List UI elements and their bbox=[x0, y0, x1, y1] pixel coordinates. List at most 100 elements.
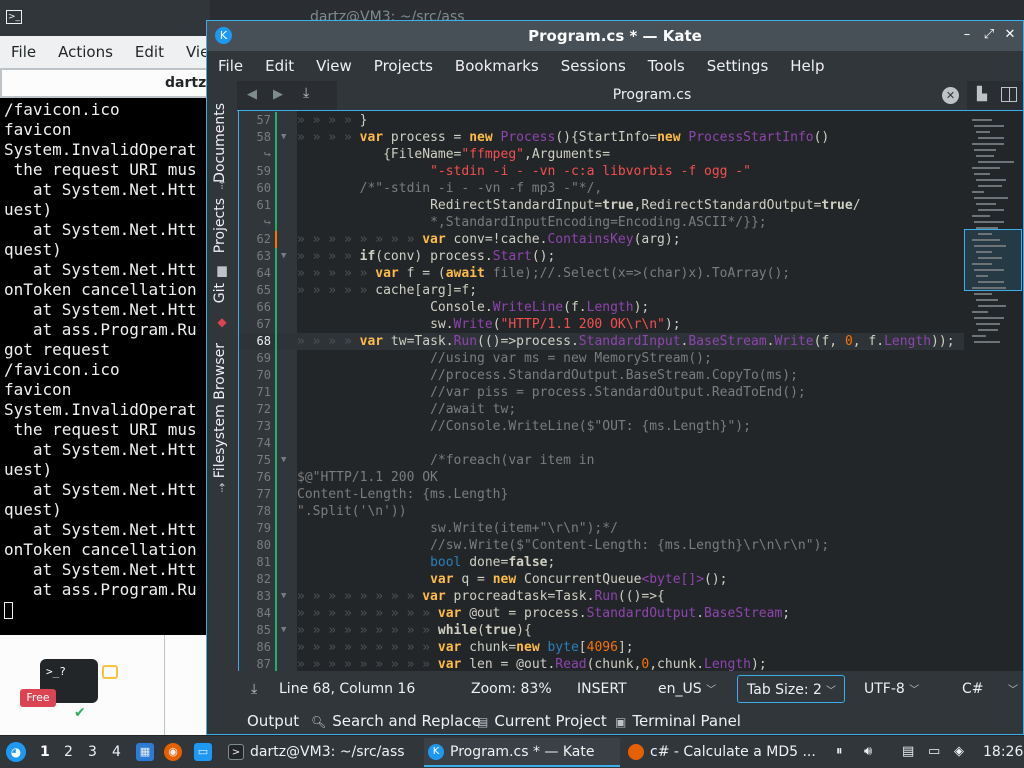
code-line[interactable]: 66 Console.WriteLine(f.Length); bbox=[239, 299, 964, 316]
code-line[interactable]: ↪ *,StandardInputEncoding=Encoding.ASCII… bbox=[239, 214, 964, 231]
menu-file[interactable]: File bbox=[207, 57, 254, 75]
menu-projects[interactable]: Projects bbox=[363, 57, 444, 75]
split-view-icon[interactable] bbox=[1001, 87, 1017, 102]
fold-toggle-icon[interactable]: ▼ bbox=[281, 622, 286, 639]
language-select[interactable]: C# ﹀ bbox=[962, 681, 1018, 697]
code-line[interactable]: 82 var q = new ConcurrentQueue<byte[]>()… bbox=[239, 571, 964, 588]
code-line[interactable]: 85 ▼ » » » » » » » » » while(true){ bbox=[239, 622, 964, 639]
code-line[interactable]: 77 Content-Length: {ms.Length} bbox=[239, 486, 964, 503]
desktop-3[interactable]: 3 bbox=[88, 744, 97, 760]
tool-current-project[interactable]: ▤ Current Project bbox=[477, 712, 607, 730]
volume-icon[interactable]: 🔊︎ bbox=[864, 744, 872, 759]
firefox-icon[interactable]: ◉ bbox=[164, 743, 182, 761]
code-line[interactable]: 76 $@"HTTP/1.1 200 OK bbox=[239, 469, 964, 486]
sidebar-tab-git[interactable]: Git bbox=[212, 283, 228, 303]
sidebar-tab-projects[interactable]: Projects bbox=[212, 198, 228, 253]
close-icon[interactable]: ✕ bbox=[942, 87, 959, 104]
tool-search-and-replace[interactable]: 🔍︎ Search and Replace bbox=[311, 712, 481, 730]
code-line[interactable]: 74 bbox=[239, 435, 964, 452]
files-icon[interactable]: ▦ bbox=[136, 743, 154, 761]
minimize-icon[interactable]: – bbox=[959, 26, 975, 44]
menu-tools[interactable]: Tools bbox=[637, 57, 696, 75]
fold-toggle-icon[interactable]: ▼ bbox=[281, 588, 286, 605]
code-line[interactable]: 81 bool done=false; bbox=[239, 554, 964, 571]
code-line[interactable]: 69 //using var ms = new MemoryStream(); bbox=[239, 350, 964, 367]
code-line[interactable]: 84 » » » » » » » » » var @out = process.S… bbox=[239, 605, 964, 622]
tool-output[interactable]: Output bbox=[247, 712, 299, 730]
code-line[interactable]: 70 //process.StandardOutput.BaseStream.C… bbox=[239, 367, 964, 384]
pin-icon[interactable]: ▙ bbox=[977, 87, 987, 102]
task-firefox[interactable]: c# - Calculate a MD5 ... bbox=[624, 738, 820, 767]
updates-icon[interactable]: ◈ bbox=[954, 744, 964, 759]
menu-view[interactable]: View bbox=[305, 57, 363, 75]
code-line[interactable]: 72 //await tw; bbox=[239, 401, 964, 418]
code-line[interactable]: 67 sw.Write("HTTP/1.1 200 OK\r\n"); bbox=[239, 316, 964, 333]
sidebar-tab-filesystem-browser[interactable]: Filesystem Browser bbox=[212, 343, 228, 478]
code-line[interactable]: 78 ".Split('\n')) bbox=[239, 503, 964, 520]
code-line[interactable]: 57 » » » » } bbox=[239, 112, 964, 129]
encoding-select[interactable]: UTF-8 ﹀ bbox=[864, 681, 919, 697]
code-line[interactable]: 62 » » » » » » » » var conv=!cache.Contai… bbox=[239, 231, 964, 248]
menu-settings[interactable]: Settings bbox=[696, 57, 780, 75]
close-icon[interactable]: ✕ bbox=[1002, 26, 1018, 44]
tab-size-select[interactable]: Tab Size: 2 ﹀ bbox=[737, 675, 845, 703]
menu-help[interactable]: Help bbox=[779, 57, 835, 75]
code-line[interactable]: 73 //Console.WriteLine($"OUT: {ms.Length… bbox=[239, 418, 964, 435]
task-kate[interactable]: K Program.cs * — Kate bbox=[424, 738, 620, 767]
forward-arrow-icon[interactable]: ▶ bbox=[273, 87, 283, 102]
konsole-titlebar[interactable]: >_ dartz@VM3: ~/src/ass bbox=[0, 0, 465, 36]
fold-toggle-icon[interactable]: ▼ bbox=[281, 248, 286, 265]
konsole-terminal-output[interactable]: /favicon.ico favicon System.InvalidOperat … bbox=[0, 98, 210, 635]
code-line[interactable]: ↪ {FileName="ffmpeg",Arguments= bbox=[239, 146, 964, 163]
window-icon[interactable]: ▭ bbox=[194, 743, 212, 761]
menu-edit[interactable]: Edit bbox=[254, 57, 305, 75]
code-line[interactable]: 83 ▼ » » » » » » » » var procreadtask=Task… bbox=[239, 588, 964, 605]
dictionary-select[interactable]: en_US ﹀ bbox=[658, 681, 716, 697]
konsole-menu-actions[interactable]: Actions bbox=[47, 43, 124, 61]
code-line[interactable]: 60 /*"-stdin -i - -vn -f mp3 -"*/, bbox=[239, 180, 964, 197]
task-konsole[interactable]: > dartz@VM3: ~/src/ass bbox=[224, 738, 420, 767]
code-line[interactable]: 63 ▼ » » » » if(conv) process.Start(); bbox=[239, 248, 964, 265]
desktop-2[interactable]: 2 bbox=[64, 744, 73, 760]
tab-program-cs[interactable]: Program.cs bbox=[337, 81, 967, 110]
menu-sessions[interactable]: Sessions bbox=[550, 57, 637, 75]
code-line[interactable]: 80 //sw.Write($"Content-Length: {ms.Leng… bbox=[239, 537, 964, 554]
clock[interactable]: 18:26 bbox=[983, 744, 1023, 760]
fold-toggle-icon[interactable]: ▼ bbox=[281, 129, 286, 146]
desktop-1[interactable]: 1 bbox=[40, 744, 50, 760]
cursor-position[interactable]: Line 68, Column 16 bbox=[279, 681, 415, 697]
fold-toggle-icon[interactable]: ▼ bbox=[281, 452, 286, 469]
app-launcher-icon[interactable]: ◕ bbox=[6, 742, 26, 762]
konsole-menu-edit[interactable]: Edit bbox=[124, 43, 175, 61]
code-line[interactable]: 68 » » » » var tw=Task.Run(()=>process.St… bbox=[239, 333, 964, 350]
konsole-menu-file[interactable]: File bbox=[0, 43, 47, 61]
code-line[interactable]: 87 » » » » » » » » » var len = @out.Read(… bbox=[239, 656, 964, 671]
network-icon[interactable]: ▭ bbox=[928, 744, 940, 759]
maximize-icon[interactable]: ⤢ bbox=[981, 26, 997, 44]
zoom-level[interactable]: Zoom: 83% bbox=[471, 681, 552, 697]
code-line[interactable]: 75 ▼ /*foreach(var item in bbox=[239, 452, 964, 469]
minimap-scrollbar[interactable] bbox=[964, 111, 1023, 671]
modified-line-marker bbox=[275, 384, 277, 401]
pause-icon[interactable]: ⏸ bbox=[836, 744, 843, 759]
code-line[interactable]: 71 //var piss = process.StandardOutput.R… bbox=[239, 384, 964, 401]
kate-titlebar[interactable]: K Program.cs * — Kate – ⤢ ✕ bbox=[207, 21, 1023, 51]
tool-terminal-panel[interactable]: ▣ Terminal Panel bbox=[615, 712, 741, 730]
desktop-4[interactable]: 4 bbox=[112, 744, 121, 760]
konsole-tab[interactable]: dartz bbox=[165, 75, 206, 91]
clipboard-icon[interactable]: ▤ bbox=[902, 744, 914, 759]
back-arrow-icon[interactable]: ◀ bbox=[247, 87, 257, 102]
code-line[interactable]: 61 RedirectStandardInput=true,RedirectSt… bbox=[239, 197, 964, 214]
code-line[interactable]: 65 » » » » » cache[arg]=f; bbox=[239, 282, 964, 299]
code-line[interactable]: 59 "-stdin -i - -vn -c:a libvorbis -f og… bbox=[239, 163, 964, 180]
terminal-line: got request bbox=[4, 340, 110, 359]
code-line[interactable]: 86 » » » » » » » » » var chunk=new byte[4… bbox=[239, 639, 964, 656]
code-line[interactable]: 58 ▼ » » » » var process = new Process(){S… bbox=[239, 129, 964, 146]
sidebar-tab-documents[interactable]: Documents bbox=[212, 103, 228, 183]
code-line[interactable]: 64 » » » » » var f = (await file);//.Sele… bbox=[239, 265, 964, 282]
menu-bookmarks[interactable]: Bookmarks bbox=[444, 57, 550, 75]
input-mode[interactable]: INSERT bbox=[577, 681, 627, 697]
minimap-line bbox=[976, 131, 990, 133]
code-editor[interactable]: 57 » » » » } 58 ▼ » » » » var process = new … bbox=[238, 111, 964, 671]
code-line[interactable]: 79 sw.Write(item+"\r\n");*/ bbox=[239, 520, 964, 537]
